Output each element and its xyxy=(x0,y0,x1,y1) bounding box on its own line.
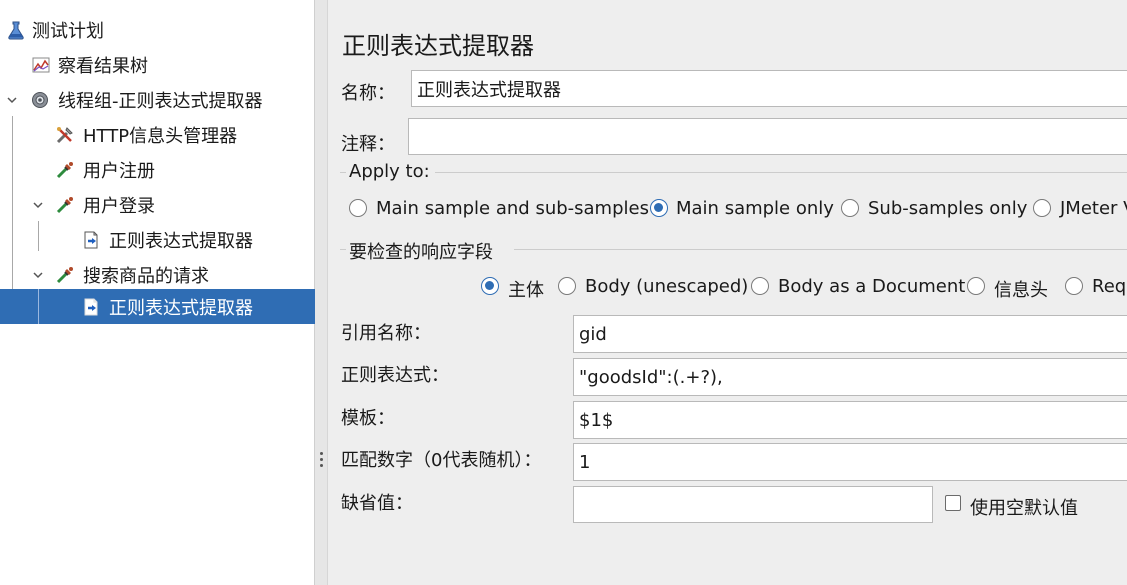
tree-item-test-plan[interactable]: 测试计划 xyxy=(0,12,315,47)
grip-dot xyxy=(320,452,323,455)
tree-guide-line xyxy=(38,289,39,324)
check-headers-radio[interactable] xyxy=(967,277,985,295)
apply-jmeter-var-label: JMeter V xyxy=(1060,198,1127,219)
check-body-unescaped-label: Body (unescaped) xyxy=(585,276,749,297)
pipette-icon xyxy=(54,264,76,286)
comment-label: 注释： xyxy=(341,134,395,155)
use-empty-default-checkbox[interactable] xyxy=(945,495,961,511)
tree-item-user-register[interactable]: 用户注册 xyxy=(0,152,315,187)
apply-sub-only-radio[interactable] xyxy=(841,199,859,217)
tree-item-label: 测试计划 xyxy=(32,20,104,42)
section-border xyxy=(340,249,346,250)
template-label: 模板： xyxy=(341,408,395,429)
tree-item-search-goods-request[interactable]: 搜索商品的请求 xyxy=(0,257,315,292)
check-body-radio[interactable] xyxy=(481,277,499,295)
check-body-document-radio[interactable] xyxy=(751,277,769,295)
name-label: 名称： xyxy=(341,83,395,104)
flask-icon xyxy=(5,19,27,41)
gear-icon xyxy=(29,89,51,111)
match-number-field[interactable]: 1 xyxy=(573,443,1127,481)
apply-main-and-sub-radio[interactable] xyxy=(349,199,367,217)
name-field[interactable]: 正则表达式提取器 xyxy=(411,70,1127,107)
panel-title: 正则表达式提取器 xyxy=(342,32,534,60)
chevron-down-icon[interactable] xyxy=(31,198,45,212)
match-number-label: 匹配数字（0代表随机）： xyxy=(341,450,542,471)
apply-to-heading: Apply to: xyxy=(349,161,430,182)
grip-dot xyxy=(320,464,323,467)
apply-main-only-label: Main sample only xyxy=(676,198,834,219)
tree-item-label: 用户登录 xyxy=(83,195,155,217)
section-border xyxy=(435,172,1127,173)
field-to-check-heading: 要检查的响应字段 xyxy=(349,242,493,263)
section-border xyxy=(340,172,346,173)
pipette-icon xyxy=(54,194,76,216)
apply-sub-only-label: Sub-samples only xyxy=(868,198,1028,219)
tree-item-label: 搜索商品的请求 xyxy=(83,265,209,287)
chart-icon xyxy=(30,54,52,76)
pipette-icon xyxy=(54,159,76,181)
apply-main-and-sub-label: Main sample and sub-samples xyxy=(376,198,649,219)
split-pane-divider[interactable] xyxy=(315,0,328,585)
tree-item-thread-group[interactable]: 线程组-正则表达式提取器 xyxy=(0,82,315,117)
tree-item-label: 正则表达式提取器 xyxy=(109,230,253,252)
template-field[interactable]: $1$ xyxy=(573,401,1127,439)
check-headers-label: 信息头 xyxy=(994,280,1048,301)
tree-item-label: 线程组-正则表达式提取器 xyxy=(58,90,263,112)
tree-item-http-header-manager[interactable]: HTTP信息头管理器 xyxy=(0,117,315,152)
comment-field[interactable] xyxy=(408,118,1127,155)
tree-item-label: 察看结果树 xyxy=(58,55,148,77)
check-body-document-label: Body as a Document xyxy=(778,276,966,297)
test-plan-tree[interactable]: 测试计划 察看结果树 线程组-正则表达式提取器 HTTP信息头管理器 用户注册 xyxy=(0,0,315,585)
tree-item-label: 正则表达式提取器 xyxy=(109,297,253,319)
check-request-headers-label: Requ xyxy=(1092,276,1127,297)
chevron-down-icon[interactable] xyxy=(31,268,45,282)
check-body-unescaped-radio[interactable] xyxy=(558,277,576,295)
tree-item-label: 用户注册 xyxy=(83,160,155,182)
check-request-headers-radio[interactable] xyxy=(1065,277,1083,295)
wrench-icon xyxy=(54,124,76,146)
section-border xyxy=(514,249,1127,250)
tree-item-regex-extractor[interactable]: 正则表达式提取器 xyxy=(0,222,315,257)
tree-item-regex-extractor-selected[interactable]: 正则表达式提取器 xyxy=(0,289,315,324)
reference-name-field[interactable]: gid xyxy=(573,315,1127,353)
extractor-icon xyxy=(80,229,102,251)
apply-main-only-radio[interactable] xyxy=(650,199,668,217)
chevron-down-icon[interactable] xyxy=(5,93,19,107)
extractor-icon xyxy=(80,296,102,318)
reference-name-label: 引用名称： xyxy=(341,323,431,344)
use-empty-default-label: 使用空默认值 xyxy=(970,498,1078,519)
tree-item-view-results-tree[interactable]: 察看结果树 xyxy=(0,47,315,82)
apply-jmeter-var-radio[interactable] xyxy=(1033,199,1051,217)
default-value-label: 缺省值： xyxy=(341,493,413,514)
grip-dot xyxy=(320,458,323,461)
regex-field[interactable]: "goodsId":(.+?), xyxy=(573,358,1127,396)
tree-item-user-login[interactable]: 用户登录 xyxy=(0,187,315,222)
check-body-label: 主体 xyxy=(508,280,544,301)
tree-item-label: HTTP信息头管理器 xyxy=(83,125,238,147)
regex-extractor-panel: 正则表达式提取器 名称： 正则表达式提取器 注释： Apply to: Main… xyxy=(328,0,1127,585)
regex-label: 正则表达式： xyxy=(341,365,449,386)
default-value-field[interactable] xyxy=(573,486,933,523)
